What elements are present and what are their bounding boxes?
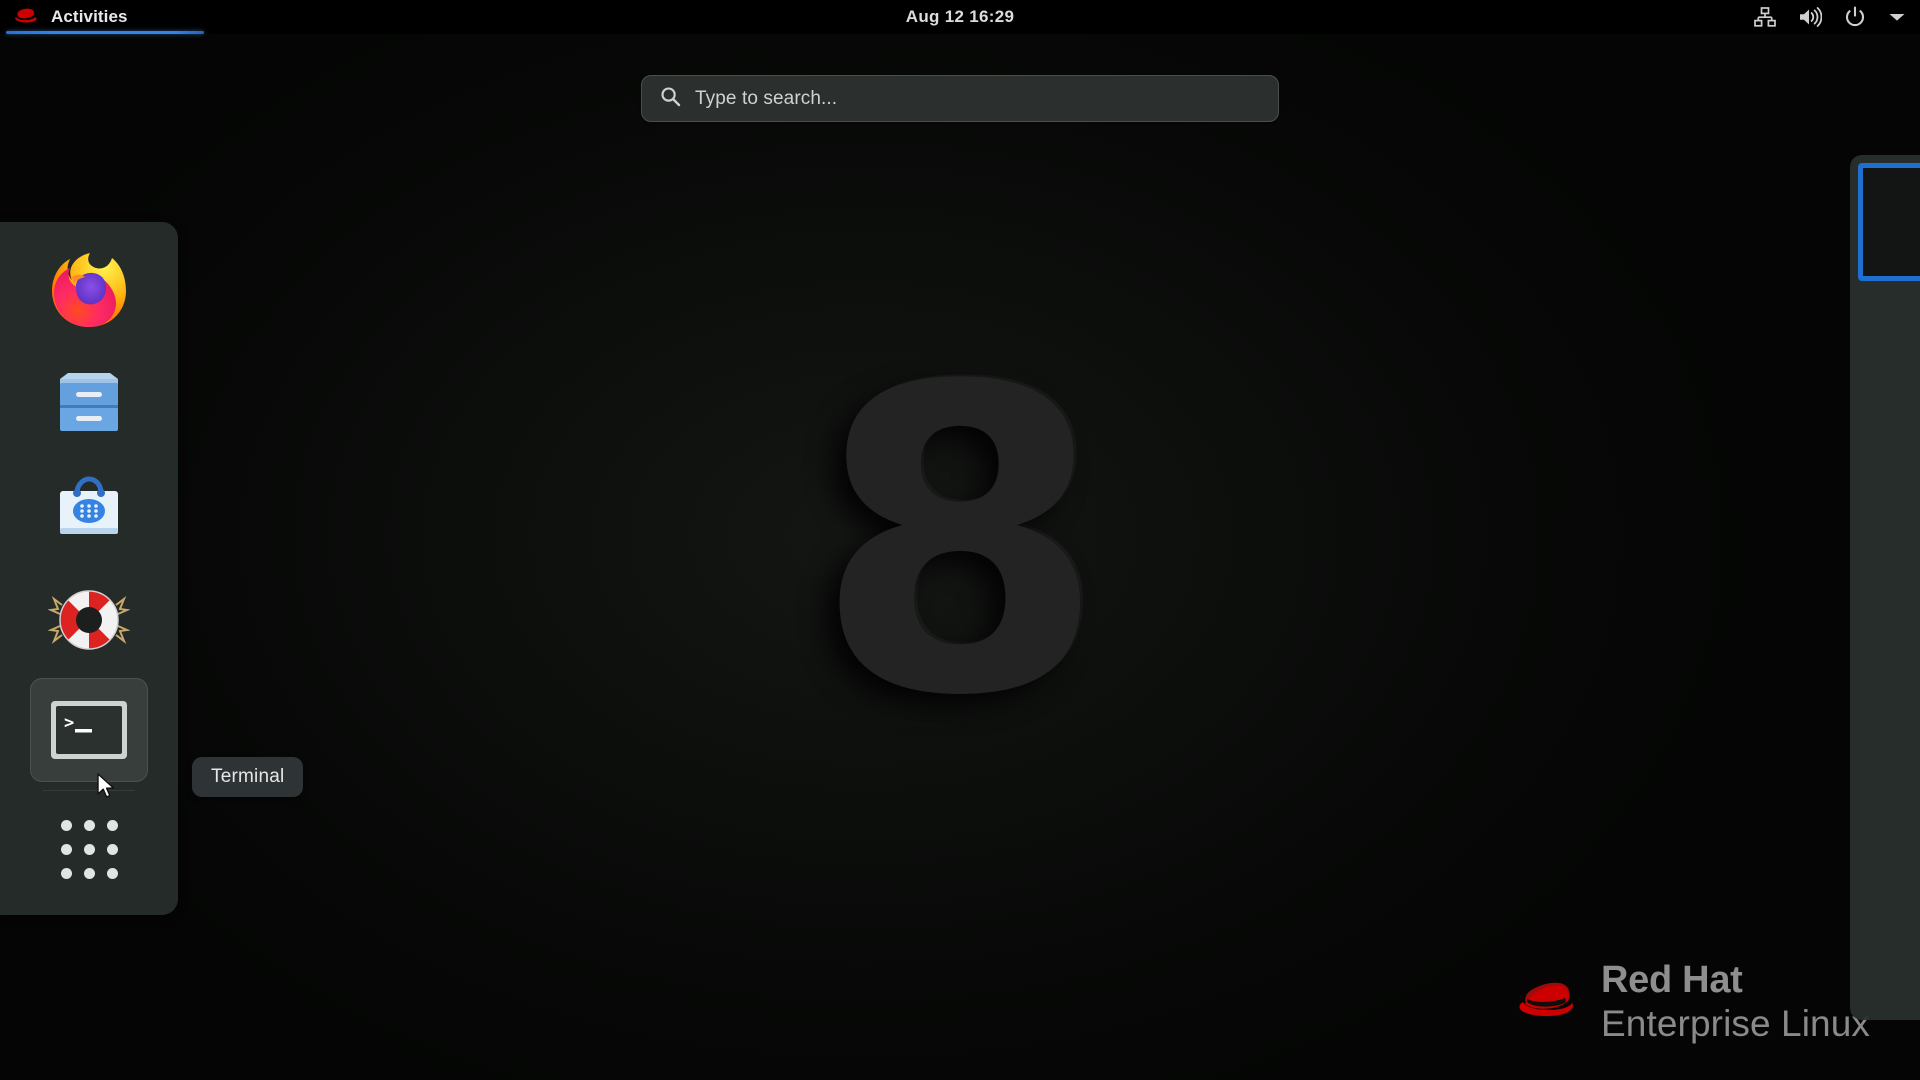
- workspace-thumbnail-selected[interactable]: [1858, 163, 1920, 281]
- search-container: Type to search...: [641, 75, 1279, 122]
- terminal-icon: >: [51, 701, 127, 759]
- brand-line-1: Red Hat: [1601, 959, 1743, 1001]
- desktop-overview: 8 Red Hat Enterprise Linux > Terminal Ty…: [0, 0, 1920, 1080]
- chevron-down-icon[interactable]: [1888, 11, 1906, 23]
- redhat-branding: Red Hat Enterprise Linux: [1513, 961, 1870, 1042]
- dock-item-firefox[interactable]: [30, 238, 148, 342]
- mouse-cursor: [96, 772, 118, 807]
- network-wired-icon[interactable]: [1754, 7, 1776, 27]
- dock-item-software[interactable]: [30, 458, 148, 562]
- dock-item-terminal[interactable]: >: [30, 678, 148, 782]
- show-applications-button[interactable]: [30, 801, 148, 897]
- top-bar: Activities Aug 12 16:29: [0, 0, 1920, 34]
- redhat-logo-icon: [14, 6, 40, 29]
- wallpaper-numeral: 8: [813, 299, 1107, 788]
- activities-button[interactable]: Activities: [0, 0, 144, 34]
- dash-dock: >: [0, 222, 178, 915]
- lifering-help-icon: [48, 590, 130, 650]
- workspace-switcher[interactable]: [1850, 155, 1920, 1020]
- brand-line-2: Enterprise Linux: [1601, 1003, 1870, 1044]
- redhat-fedora-icon: [1513, 971, 1587, 1032]
- power-icon[interactable]: [1844, 6, 1866, 28]
- activities-label: Activities: [51, 7, 128, 26]
- dock-tooltip: Terminal: [192, 757, 304, 797]
- activities-active-indicator: [6, 31, 204, 34]
- search-input[interactable]: Type to search...: [641, 75, 1279, 122]
- volume-icon[interactable]: [1798, 7, 1822, 27]
- system-status-area[interactable]: [1754, 0, 1906, 34]
- wallpaper: 8: [0, 34, 1920, 1080]
- search-icon: [660, 86, 681, 112]
- software-bag-icon: [60, 476, 118, 534]
- dock-item-files[interactable]: [30, 348, 148, 452]
- tooltip-label: Terminal: [211, 766, 285, 787]
- firefox-icon: [52, 253, 126, 327]
- search-placeholder: Type to search...: [695, 87, 838, 109]
- clock-label: Aug 12 16:29: [905, 7, 1015, 26]
- clock[interactable]: Aug 12 16:29: [0, 0, 1920, 34]
- dock-item-help[interactable]: [30, 568, 148, 672]
- files-cabinet-icon: [60, 373, 118, 431]
- dock-separator: [43, 790, 135, 791]
- grid-dots-icon: [61, 819, 118, 879]
- svg-text:>: >: [64, 713, 74, 733]
